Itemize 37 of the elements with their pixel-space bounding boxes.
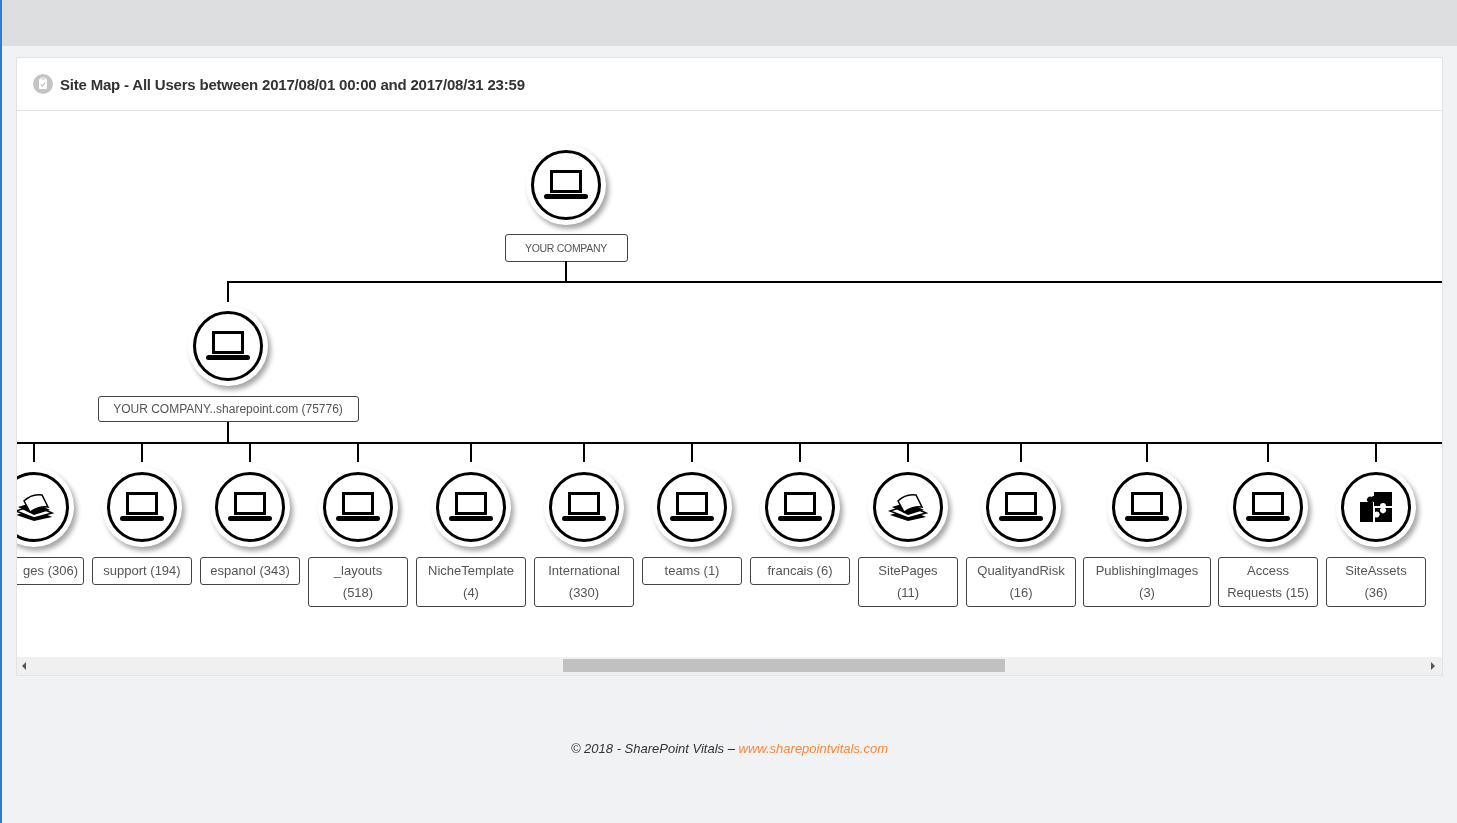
node-label[interactable]: YOUR COMPANY..sharepoint.com (75776) xyxy=(97,396,359,422)
laptop-icon xyxy=(999,492,1043,522)
laptop-icon xyxy=(449,492,493,522)
laptop-icon xyxy=(228,492,272,522)
laptop-icon xyxy=(778,492,822,522)
node-label[interactable]: Access Requests (15) xyxy=(1218,557,1318,607)
scrollbar[interactable] xyxy=(17,657,1442,675)
node-label[interactable]: ges (306) xyxy=(17,557,84,585)
laptop-icon xyxy=(336,492,380,522)
laptop-icon xyxy=(1246,492,1290,522)
laptop-icon xyxy=(562,492,606,522)
node-label[interactable]: teams (1) xyxy=(642,557,742,585)
scroll-thumb[interactable] xyxy=(563,659,1005,672)
node-label[interactable]: YOUR COMPANY xyxy=(504,234,628,262)
node-label[interactable]: espanol (343) xyxy=(200,557,300,585)
node-label[interactable]: francais (6) xyxy=(750,557,850,585)
copyright-text: © 2018 - SharePoint Vitals – www.sharepointvitals.com xyxy=(570,741,889,756)
node-label[interactable]: NicheTemplate (4) xyxy=(416,557,526,607)
node-circle[interactable] xyxy=(17,467,74,547)
scroll-right-icon[interactable] xyxy=(1431,662,1435,670)
node-label[interactable]: PublishingImages (3) xyxy=(1083,557,1211,607)
laptop-icon xyxy=(120,492,164,522)
node-label[interactable]: SitePages (11) xyxy=(858,557,958,607)
pages-icon xyxy=(888,493,928,521)
scroll-left-icon[interactable] xyxy=(22,662,26,670)
node-label[interactable]: support (194) xyxy=(92,557,192,585)
node-label[interactable]: QualityandRisk (16) xyxy=(966,557,1076,607)
laptop-icon xyxy=(1125,492,1169,522)
puzzle-icon xyxy=(1360,492,1392,522)
clipboard-icon xyxy=(33,74,53,94)
node-label[interactable]: SiteAssets (36) xyxy=(1326,557,1426,607)
laptop-icon xyxy=(544,170,588,200)
panel-title: Site Map - All Users between 2017/08/01 00:00 and 2017/08/31 23:59 xyxy=(60,75,525,93)
node-label[interactable]: _layouts (518) xyxy=(308,557,408,607)
laptop-icon xyxy=(670,492,714,522)
node-label[interactable]: International (330) xyxy=(534,557,634,607)
laptop-icon xyxy=(206,331,250,361)
